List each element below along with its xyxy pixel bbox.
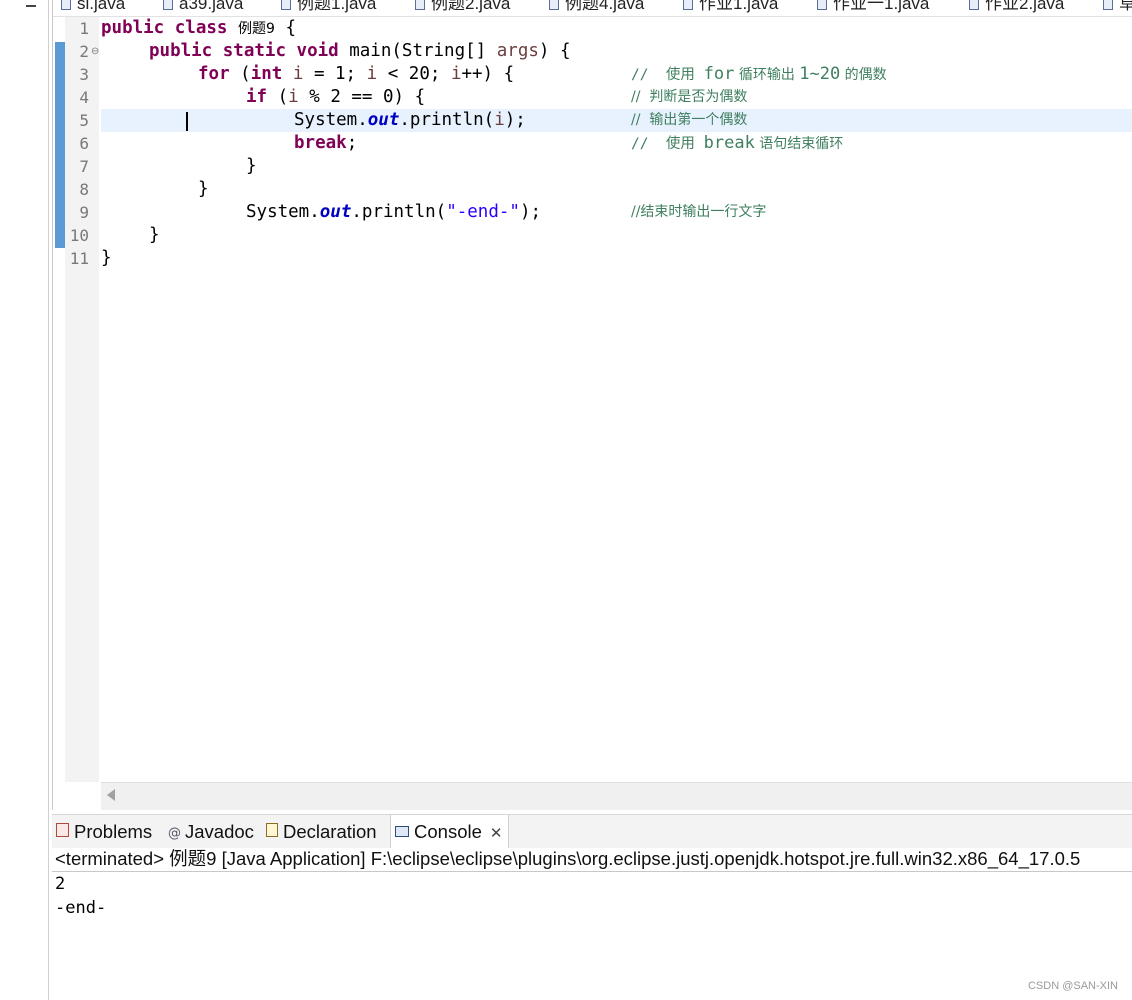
code-line-1: public class 例题9 {	[101, 18, 297, 38]
editor-tab[interactable]: 例题1.java	[281, 0, 376, 14]
editor-tab[interactable]: sl.java	[61, 0, 125, 14]
code-line-10: }	[149, 225, 160, 245]
console-icon	[395, 826, 409, 837]
code-line-9: System.out.println("-end-");	[246, 202, 542, 222]
line-number: 11	[69, 249, 89, 268]
line-number: 9	[79, 203, 89, 222]
javadoc-icon: @	[168, 826, 181, 841]
line-number-ruler: 1 2 3 4 5 6 7 8 9 10 11	[65, 17, 99, 782]
line-number: 5	[79, 111, 89, 130]
current-line-highlight	[101, 109, 1132, 132]
problems-icon	[56, 823, 69, 837]
tab-javadoc[interactable]: @ Javadoc	[168, 815, 254, 848]
java-file-icon	[683, 0, 693, 10]
horizontal-scrollbar[interactable]	[101, 782, 1132, 810]
editor-tab[interactable]: 例题4.java	[549, 0, 644, 14]
comment-line-4: // 判断是否为偶数	[631, 89, 748, 105]
editor-tab[interactable]: 作业2.java	[969, 0, 1064, 14]
java-file-icon	[415, 0, 425, 10]
line-number: 1	[79, 19, 89, 38]
divider	[52, 871, 1132, 872]
code-line-7: }	[246, 156, 257, 176]
editor-tab[interactable]: a39.java	[163, 0, 243, 14]
code-line-4: if (i % 2 == 0) {	[246, 87, 426, 107]
scroll-left-icon[interactable]	[107, 789, 115, 801]
java-file-icon	[817, 0, 827, 10]
code-line-6: break;	[294, 133, 358, 153]
text-caret	[186, 112, 188, 131]
line-number: 7	[79, 157, 89, 176]
code-line-2: public static void main(String[] args) {	[149, 41, 571, 61]
line-number: 8	[79, 180, 89, 199]
editor-tab[interactable]: 作业1.java	[683, 0, 778, 14]
tab-declaration[interactable]: Declaration	[266, 815, 377, 848]
comment-line-5: // 输出第一个偶数	[631, 112, 748, 128]
console-output-line: -end-	[55, 898, 107, 918]
comment-line-6: // 使用 break 语句结束循环	[631, 133, 844, 153]
tab-console[interactable]: Console ✕	[390, 815, 510, 850]
code-line-11: }	[101, 248, 112, 268]
java-file-icon	[1103, 0, 1113, 10]
java-file-icon	[61, 0, 71, 10]
code-line-5: System.out.println(i);	[294, 110, 526, 130]
views-tab-bar: Problems @ Javadoc Declaration Console ✕	[52, 814, 1132, 849]
code-editor: sl.java a39.java 例题1.java 例题2.java 例题4.j…	[52, 0, 1132, 810]
watermark: CSDN @SAN-XIN	[1027, 980, 1118, 992]
code-line-3: for (int i = 1; i < 20; i++) {	[198, 64, 515, 84]
line-number: 3	[79, 65, 89, 84]
line-number: 6	[79, 134, 89, 153]
line-number: 4	[79, 88, 89, 107]
editor-tab[interactable]: 例题2.java	[415, 0, 510, 14]
code-line-8: }	[198, 179, 209, 199]
java-file-icon	[549, 0, 559, 10]
left-panel-strip	[0, 0, 49, 1000]
editor-tab-bar: sl.java a39.java 例题1.java 例题2.java 例题4.j…	[53, 0, 1132, 17]
code-text-area[interactable]: public class 例题9 { public static void ma…	[101, 17, 1132, 782]
editor-tab[interactable]: 作业一1.java	[817, 0, 929, 14]
minimize-icon[interactable]	[26, 2, 36, 7]
tab-problems[interactable]: Problems	[56, 815, 152, 848]
java-file-icon	[969, 0, 979, 10]
comment-line-9: //结束时输出一行文字	[631, 204, 767, 220]
line-number: 10	[69, 226, 89, 245]
comment-line-3: // 使用 for 循环输出 1~20 的偶数	[631, 64, 887, 84]
close-icon[interactable]: ✕	[490, 817, 503, 850]
console-status-line: <terminated> 例题9 [Java Application] F:\e…	[55, 848, 1081, 869]
java-file-icon	[281, 0, 291, 10]
java-file-icon	[163, 0, 173, 10]
editor-tab[interactable]: 草	[1103, 0, 1132, 14]
fold-collapse-icon[interactable]: ⊖	[91, 46, 99, 57]
console-view[interactable]: <terminated> 例题9 [Java Application] F:\e…	[52, 848, 1132, 1000]
console-output-line: 2	[55, 874, 66, 894]
declaration-icon	[266, 823, 278, 837]
line-number: 2	[79, 42, 89, 61]
